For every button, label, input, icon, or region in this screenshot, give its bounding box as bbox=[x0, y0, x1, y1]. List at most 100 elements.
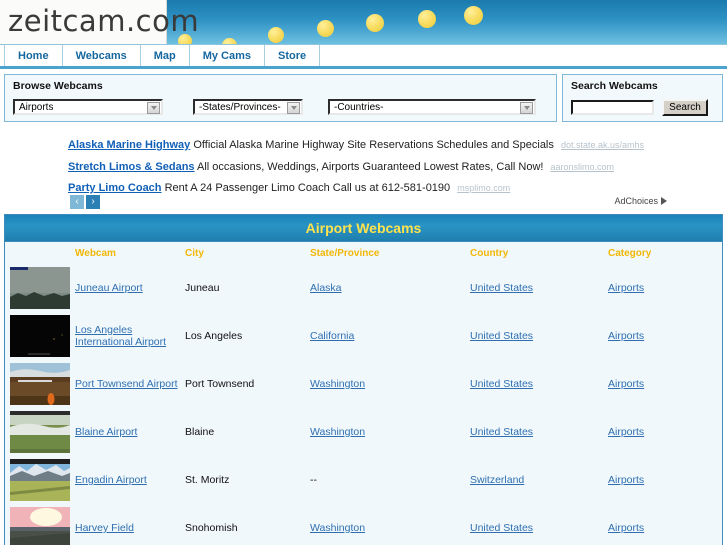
webcam-thumbnail-cell[interactable] bbox=[5, 504, 75, 545]
results-panel: Airport Webcams Webcam City State/Provin… bbox=[4, 214, 723, 545]
category-select[interactable]: Airports bbox=[13, 99, 163, 115]
country-cell: United States bbox=[470, 264, 608, 312]
chevron-left-icon[interactable]: ‹ bbox=[70, 195, 84, 209]
ad-title-link[interactable]: Stretch Limos & Sedans bbox=[68, 161, 195, 173]
state-link[interactable]: Alaska bbox=[310, 282, 342, 294]
ad-url[interactable]: dot.state.ak.us/amhs bbox=[561, 140, 644, 150]
webcam-link[interactable]: Los Angeles International Airport bbox=[75, 324, 185, 348]
nav-item-my-cams[interactable]: My Cams bbox=[190, 45, 266, 66]
site-logo[interactable]: zeitcam.com bbox=[0, 0, 199, 44]
table-row: Los Angeles International Airport Los An… bbox=[5, 312, 724, 360]
state-cell: Washington bbox=[310, 504, 470, 545]
nav-item-store[interactable]: Store bbox=[265, 45, 321, 66]
search-row: Search bbox=[571, 99, 708, 116]
column-header-country: Country bbox=[470, 248, 509, 259]
category-cell: Airports bbox=[608, 456, 724, 504]
ad-description: Official Alaska Marine Highway Site Rese… bbox=[193, 139, 554, 151]
country-link[interactable]: United States bbox=[470, 522, 533, 534]
webcam-name-cell: Engadin Airport bbox=[75, 456, 185, 504]
country-select[interactable]: -Countries- bbox=[328, 99, 536, 115]
chevron-right-icon[interactable]: › bbox=[86, 195, 100, 209]
table-row: Port Townsend Airport Port Townsend Wash… bbox=[5, 360, 724, 408]
category-select-value: Airports bbox=[19, 101, 54, 113]
state-link[interactable]: California bbox=[310, 330, 354, 342]
webcam-link[interactable]: Juneau Airport bbox=[75, 282, 143, 294]
category-link[interactable]: Airports bbox=[608, 426, 644, 438]
country-link[interactable]: United States bbox=[470, 330, 533, 342]
city-value: Port Townsend bbox=[185, 378, 255, 390]
state-link[interactable]: Washington bbox=[310, 426, 365, 438]
webcam-thumbnail-cell[interactable] bbox=[5, 360, 75, 408]
category-link[interactable]: Airports bbox=[608, 378, 644, 390]
webcam-thumbnail-cell[interactable] bbox=[5, 408, 75, 456]
country-link[interactable]: Switzerland bbox=[470, 474, 524, 486]
webcam-thumbnail-image bbox=[10, 459, 70, 501]
banner-dot-icon bbox=[317, 20, 334, 37]
column-header-city: City bbox=[185, 248, 204, 259]
results-title: Airport Webcams bbox=[5, 215, 722, 242]
city-cell: Los Angeles bbox=[185, 312, 310, 360]
city-value: Los Angeles bbox=[185, 330, 243, 342]
chevron-down-icon bbox=[147, 102, 160, 114]
webcam-name-cell: Blaine Airport bbox=[75, 408, 185, 456]
nav-label: Home bbox=[18, 49, 49, 62]
category-cell: Airports bbox=[608, 312, 724, 360]
country-cell: United States bbox=[470, 408, 608, 456]
search-button[interactable]: Search bbox=[662, 99, 708, 116]
webcam-link[interactable]: Port Townsend Airport bbox=[75, 378, 178, 390]
table-row: Harvey Field Snohomish Washington United… bbox=[5, 504, 724, 545]
country-link[interactable]: United States bbox=[470, 378, 533, 390]
search-input[interactable] bbox=[571, 100, 654, 115]
banner-dot-icon bbox=[222, 38, 237, 44]
ad-item: Stretch Limos & Sedans All occasions, We… bbox=[68, 161, 614, 173]
table-row: Juneau Airport Juneau Alaska United Stat… bbox=[5, 264, 724, 312]
webcam-link[interactable]: Engadin Airport bbox=[75, 474, 147, 486]
state-select-value: -States/Provinces- bbox=[199, 101, 281, 113]
nav-item-webcams[interactable]: Webcams bbox=[63, 45, 141, 66]
state-province-select[interactable]: -States/Provinces- bbox=[193, 99, 303, 115]
webcam-link[interactable]: Harvey Field bbox=[75, 522, 134, 534]
browse-panel-title: Browse Webcams bbox=[13, 80, 103, 92]
column-header-thumb bbox=[5, 242, 75, 264]
state-cell: California bbox=[310, 312, 470, 360]
category-link[interactable]: Airports bbox=[608, 282, 644, 294]
webcam-name-cell: Juneau Airport bbox=[75, 264, 185, 312]
state-cell: Washington bbox=[310, 360, 470, 408]
country-link[interactable]: United States bbox=[470, 282, 533, 294]
state-cell: -- bbox=[310, 456, 470, 504]
category-link[interactable]: Airports bbox=[608, 522, 644, 534]
category-cell: Airports bbox=[608, 360, 724, 408]
nav-filler bbox=[320, 45, 727, 66]
category-link[interactable]: Airports bbox=[608, 474, 644, 486]
webcam-name-cell: Los Angeles International Airport bbox=[75, 312, 185, 360]
country-cell: United States bbox=[470, 312, 608, 360]
ad-url[interactable]: msplimo.com bbox=[457, 183, 510, 193]
country-link[interactable]: United States bbox=[470, 426, 533, 438]
nav-item-home[interactable]: Home bbox=[4, 45, 63, 66]
city-value: Juneau bbox=[185, 282, 220, 294]
adchoices-triangle-icon bbox=[661, 197, 667, 205]
ad-url[interactable]: aaronslimo.com bbox=[551, 162, 615, 172]
webcam-thumbnail-cell[interactable] bbox=[5, 312, 75, 360]
state-link[interactable]: Washington bbox=[310, 378, 365, 390]
webcam-thumbnail-cell[interactable] bbox=[5, 264, 75, 312]
chevron-down-icon bbox=[287, 102, 300, 114]
state-cell: Washington bbox=[310, 408, 470, 456]
browse-webcams-panel: Browse Webcams Airports -States/Province… bbox=[4, 74, 557, 122]
webcam-link[interactable]: Blaine Airport bbox=[75, 426, 137, 438]
state-cell: Alaska bbox=[310, 264, 470, 312]
adchoices-link[interactable]: AdChoices bbox=[614, 196, 667, 206]
webcam-thumbnail-cell[interactable] bbox=[5, 456, 75, 504]
column-header-state: State/Province bbox=[310, 248, 380, 259]
nav-item-map[interactable]: Map bbox=[141, 45, 190, 66]
ad-description: All occasions, Weddings, Airports Guaran… bbox=[197, 161, 544, 173]
ad-title-link[interactable]: Alaska Marine Highway bbox=[68, 139, 190, 151]
ad-title-link[interactable]: Party Limo Coach bbox=[68, 182, 162, 194]
ad-description: Rent A 24 Passenger Limo Coach Call us a… bbox=[164, 182, 451, 194]
category-link[interactable]: Airports bbox=[608, 330, 644, 342]
country-cell: Switzerland bbox=[470, 456, 608, 504]
state-link[interactable]: Washington bbox=[310, 522, 365, 534]
page-root: zeitcam.com Home Webcams Map My Cams Sto… bbox=[0, 0, 727, 545]
browse-selects-row: Airports -States/Provinces- -Countries- bbox=[13, 99, 536, 115]
country-select-value: -Countries- bbox=[334, 101, 384, 113]
